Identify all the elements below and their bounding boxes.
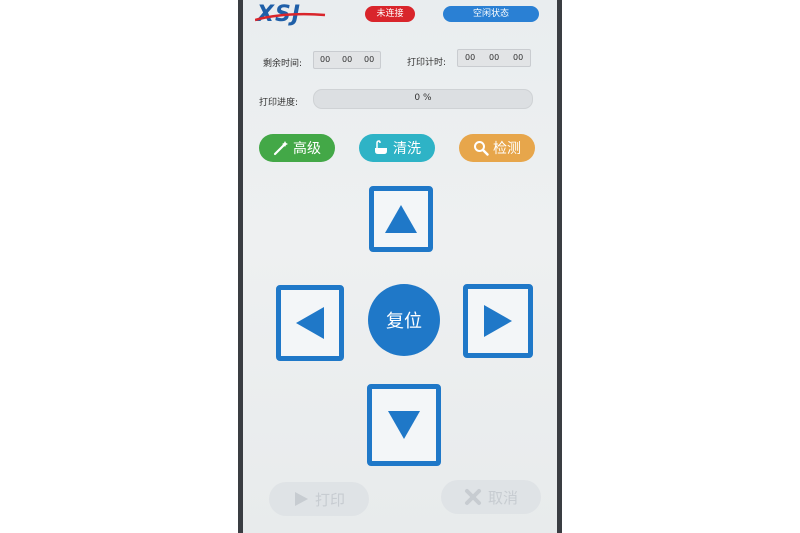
move-down-button[interactable]: [367, 384, 441, 466]
arrow-down-icon: [388, 411, 420, 439]
print-progress-label: 打印进度:: [259, 98, 299, 108]
remaining-minutes: 00: [342, 55, 353, 64]
print-timer-display: 00 00 00: [457, 49, 531, 67]
print-button[interactable]: 打印: [269, 482, 369, 516]
arrow-right-icon: [484, 305, 512, 337]
bathtub-icon: [375, 140, 387, 154]
remaining-seconds: 00: [364, 55, 375, 64]
cross-icon: [464, 489, 481, 505]
arrow-up-icon: [385, 205, 417, 233]
print-timer-seconds: 00: [513, 53, 524, 62]
move-left-button[interactable]: [276, 285, 344, 361]
advanced-button[interactable]: 高级: [259, 134, 335, 162]
print-timer-minutes: 00: [489, 53, 500, 62]
print-timer-hours: 00: [465, 53, 476, 62]
clean-button-label: 清洗: [393, 141, 421, 157]
move-up-button[interactable]: [369, 186, 433, 252]
connection-status-badge: 未连接: [365, 6, 415, 22]
device-bezel-right: [557, 0, 562, 533]
print-progress-text: 0 %: [414, 93, 432, 103]
remaining-time-display: 00 00 00: [313, 51, 381, 69]
reset-button[interactable]: 复位: [368, 284, 440, 356]
print-button-label: 打印: [314, 490, 345, 509]
cancel-button[interactable]: 取消: [441, 480, 541, 514]
wand-icon: [273, 141, 288, 156]
remaining-hours: 00: [320, 55, 331, 64]
move-right-button[interactable]: [463, 284, 533, 358]
print-progress-bar: 0 %: [313, 89, 533, 109]
machine-status-badge: 空闲状态: [443, 6, 539, 22]
print-timer-label: 打印计时:: [407, 58, 447, 68]
advanced-button-label: 高级: [293, 141, 321, 157]
clean-button[interactable]: 清洗: [359, 134, 435, 162]
logo-swoosh-icon: [255, 12, 326, 22]
printer-control-screen: XSJ 未连接 空闲状态 剩余时间: 00 00 00 打印计时: 00 00 …: [243, 0, 557, 533]
remaining-time-label: 剩余时间:: [263, 59, 303, 69]
detect-button-label: 检测: [493, 141, 521, 157]
brand-logo: XSJ: [255, 2, 331, 28]
reset-button-label: 复位: [386, 311, 422, 332]
cancel-button-label: 取消: [487, 488, 518, 507]
detect-button[interactable]: 检测: [459, 134, 535, 162]
play-icon: [294, 492, 308, 506]
arrow-left-icon: [296, 307, 324, 339]
magnifier-icon: [474, 141, 489, 156]
